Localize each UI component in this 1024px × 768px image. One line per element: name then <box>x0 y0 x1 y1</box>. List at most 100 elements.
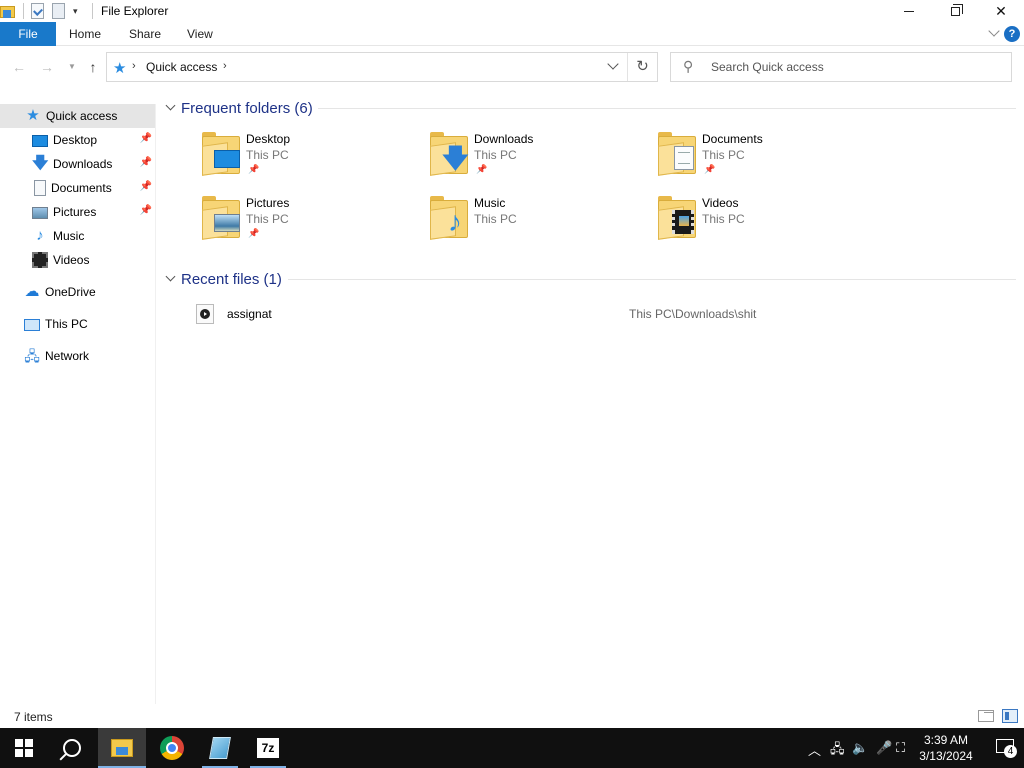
pin-icon: 📌 <box>476 164 488 174</box>
nav-item-desktop[interactable]: Desktop 📌 <box>0 128 156 152</box>
item-count: 7 items <box>14 710 53 724</box>
action-center-alert-icon[interactable]: ⛶ <box>896 740 905 756</box>
folder-name: Downloads <box>474 132 534 146</box>
recent-locations-icon[interactable]: ▼ <box>62 57 82 77</box>
collapse-chevron-icon[interactable] <box>166 275 175 284</box>
nav-item-label: Downloads <box>53 157 113 171</box>
ribbon-tabs: File Home Share View ? <box>0 22 1024 46</box>
taskbar-chrome[interactable] <box>148 728 196 768</box>
start-button[interactable] <box>0 728 48 768</box>
chrome-icon <box>160 736 184 760</box>
help-icon[interactable]: ? <box>1004 26 1020 42</box>
desktop-icon <box>32 135 48 147</box>
media-file-icon <box>196 304 214 324</box>
collapse-chevron-icon[interactable] <box>166 104 175 113</box>
search-icon: ⚲ <box>683 58 694 74</box>
nav-item-label: Music <box>53 229 85 243</box>
expand-ribbon-icon[interactable] <box>988 27 1000 39</box>
breadcrumb-quick-access[interactable]: Quick access <box>146 60 217 74</box>
folder-tile-desktop[interactable]: Desktop This PC 📌 <box>200 132 420 188</box>
nav-item-label: Videos <box>53 253 90 267</box>
address-bar[interactable]: ★ › Quick access › ↻ <box>106 52 658 82</box>
nav-item-pictures[interactable]: Pictures 📌 <box>0 200 156 224</box>
notifications-button[interactable]: 4 <box>994 737 1018 759</box>
breadcrumb-chevron-icon[interactable]: › <box>132 60 136 72</box>
folder-tile-downloads[interactable]: 🡇 Downloads This PC 📌 <box>428 132 648 188</box>
pictures-icon <box>32 207 48 219</box>
folder-tile-music[interactable]: ♪ Music This PC <box>428 196 648 252</box>
window-controls: ✕ <box>886 0 1024 22</box>
restore-button[interactable] <box>932 0 978 22</box>
nav-item-network[interactable]: 🖧 Network <box>0 344 156 368</box>
refresh-button[interactable]: ↻ <box>627 53 657 81</box>
qat-divider <box>23 3 24 19</box>
music-folder-icon: ♪ <box>428 196 472 240</box>
folder-name: Desktop <box>246 132 291 146</box>
file-explorer-icon <box>111 739 133 757</box>
notification-count-badge: 4 <box>1004 745 1017 758</box>
address-history-dropdown-icon[interactable] <box>607 60 619 72</box>
network-status-icon[interactable]: 🖧 <box>830 740 845 762</box>
show-hidden-icons-icon[interactable]: ︿ <box>808 740 821 759</box>
folder-tile-videos[interactable]: Videos This PC <box>656 196 876 252</box>
tab-file[interactable]: File <box>0 22 56 46</box>
volume-icon[interactable]: 🔈 <box>852 740 868 756</box>
breadcrumb-chevron-icon[interactable]: › <box>223 60 227 72</box>
group-header-recent-files[interactable]: Recent files (1) <box>166 269 1016 289</box>
downloads-icon: 🡇 <box>32 155 49 172</box>
minimize-button[interactable] <box>886 0 932 22</box>
taskbar-search-button[interactable] <box>48 728 96 768</box>
search-input[interactable] <box>711 59 991 75</box>
large-icons-view-icon[interactable] <box>1002 709 1018 723</box>
folder-tile-pictures[interactable]: Pictures This PC 📌 <box>200 196 420 252</box>
group-header-frequent-folders[interactable]: Frequent folders (6) <box>166 98 1016 118</box>
nav-item-downloads[interactable]: 🡇 Downloads 📌 <box>0 152 156 176</box>
up-button[interactable]: ↑ <box>83 57 103 77</box>
pane-divider[interactable] <box>155 104 156 704</box>
details-view-icon[interactable] <box>978 710 994 722</box>
clock-time: 3:39 AM <box>923 733 969 747</box>
folder-tile-documents[interactable]: Documents This PC 📌 <box>656 132 876 188</box>
navigation-bar: ← → ▼ ↑ ★ › Quick access › ↻ ⚲ <box>0 47 1024 87</box>
nav-item-onedrive[interactable]: ☁ OneDrive <box>0 280 156 304</box>
new-folder-icon[interactable] <box>52 3 65 19</box>
folder-name: Documents <box>702 132 763 146</box>
nav-item-label: Desktop <box>53 133 98 147</box>
back-button[interactable]: ← <box>9 57 29 77</box>
microphone-icon[interactable]: 🎤 <box>876 740 892 756</box>
group-title: Recent files (1) <box>181 270 282 288</box>
pin-icon: 📌 <box>704 164 716 174</box>
clock-date: 3/13/2024 <box>919 749 973 763</box>
qat-dropdown-icon[interactable]: ▾ <box>73 6 78 17</box>
nav-item-quick-access[interactable]: ★ Quick access <box>0 104 156 128</box>
search-box[interactable]: ⚲ <box>670 52 1012 82</box>
window-title: File Explorer <box>101 4 169 18</box>
properties-icon[interactable] <box>31 3 44 19</box>
file-explorer-app-icon[interactable] <box>0 3 16 19</box>
pin-icon: 📌 <box>139 157 152 168</box>
folder-location: This PC <box>246 148 289 162</box>
tab-home[interactable]: Home <box>56 22 114 46</box>
7zip-icon: 7z <box>257 738 279 758</box>
recent-file-row[interactable]: assignat This PC\Downloads\shit <box>196 302 1016 326</box>
nav-item-documents[interactable]: Documents 📌 <box>0 176 156 200</box>
nav-item-music[interactable]: ♪ Music <box>0 224 156 248</box>
nav-item-videos[interactable]: Videos <box>0 248 156 272</box>
forward-button[interactable]: → <box>37 57 57 77</box>
pictures-folder-icon <box>200 196 244 240</box>
tab-view[interactable]: View <box>174 22 226 46</box>
nav-item-label: Pictures <box>53 205 97 219</box>
tab-share[interactable]: Share <box>116 22 174 46</box>
taskbar: 7z ︿ 🖧 🔈 🎤 ⛶ 3:39 AM 3/13/2024 4 <box>0 728 1024 768</box>
nav-item-label: This PC <box>45 317 88 331</box>
folder-location: This PC <box>474 148 517 162</box>
pin-icon: 📌 <box>248 164 260 174</box>
this-pc-icon <box>24 318 40 331</box>
taskbar-file-explorer[interactable] <box>98 728 146 768</box>
nav-item-this-pc[interactable]: This PC <box>0 312 156 336</box>
close-button[interactable]: ✕ <box>978 0 1024 22</box>
windows-logo-icon <box>15 739 33 757</box>
taskbar-7zip[interactable]: 7z <box>244 728 292 768</box>
taskbar-notepad[interactable] <box>196 728 244 768</box>
clock[interactable]: 3:39 AM 3/13/2024 <box>916 732 976 764</box>
